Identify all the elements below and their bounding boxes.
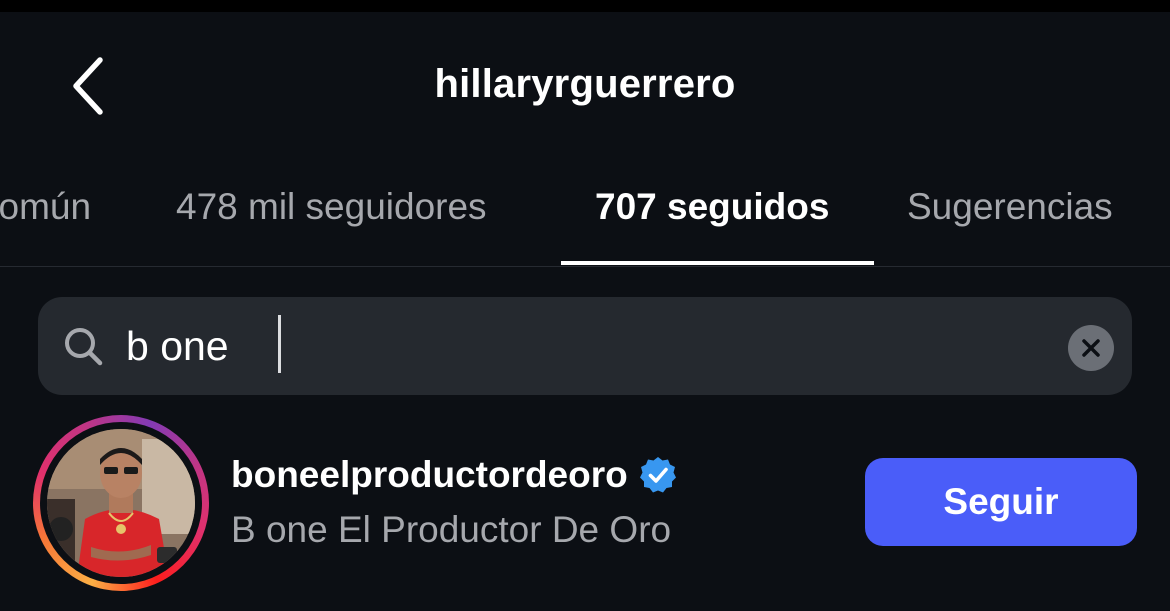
- followed-list-screen: hillaryrguerrero común 478 mil seguidore…: [0, 0, 1170, 611]
- clear-search-button[interactable]: [1068, 325, 1114, 371]
- active-tab-indicator: [561, 261, 874, 265]
- search-input[interactable]: [126, 311, 1026, 381]
- text-caret: [278, 315, 281, 373]
- tab-followers[interactable]: 478 mil seguidores: [176, 186, 487, 228]
- status-bar: [0, 0, 1170, 12]
- username: boneelproductordeoro: [231, 454, 628, 495]
- username-line[interactable]: boneelproductordeoro: [231, 454, 678, 496]
- search-bar: [38, 297, 1132, 395]
- full-name: B one El Productor De Oro: [231, 509, 672, 550]
- search-icon: [65, 328, 103, 366]
- story-ring[interactable]: [33, 415, 209, 591]
- avatar: [47, 429, 195, 577]
- profile-photo: [47, 429, 195, 577]
- tab-common[interactable]: común: [0, 186, 91, 228]
- follow-button[interactable]: Seguir: [865, 458, 1137, 546]
- tab-suggestions[interactable]: Sugerencias: [907, 186, 1113, 228]
- verified-badge-icon: [639, 457, 676, 493]
- page-title: hillaryrguerrero: [434, 62, 736, 106]
- tab-following[interactable]: 707 seguidos: [595, 186, 829, 228]
- tab-bar: común 478 mil seguidores 707 seguidos Su…: [0, 150, 1170, 267]
- clear-icon: [1082, 339, 1100, 357]
- list-item[interactable]: boneelproductordeoro B one El Productor …: [0, 410, 1170, 600]
